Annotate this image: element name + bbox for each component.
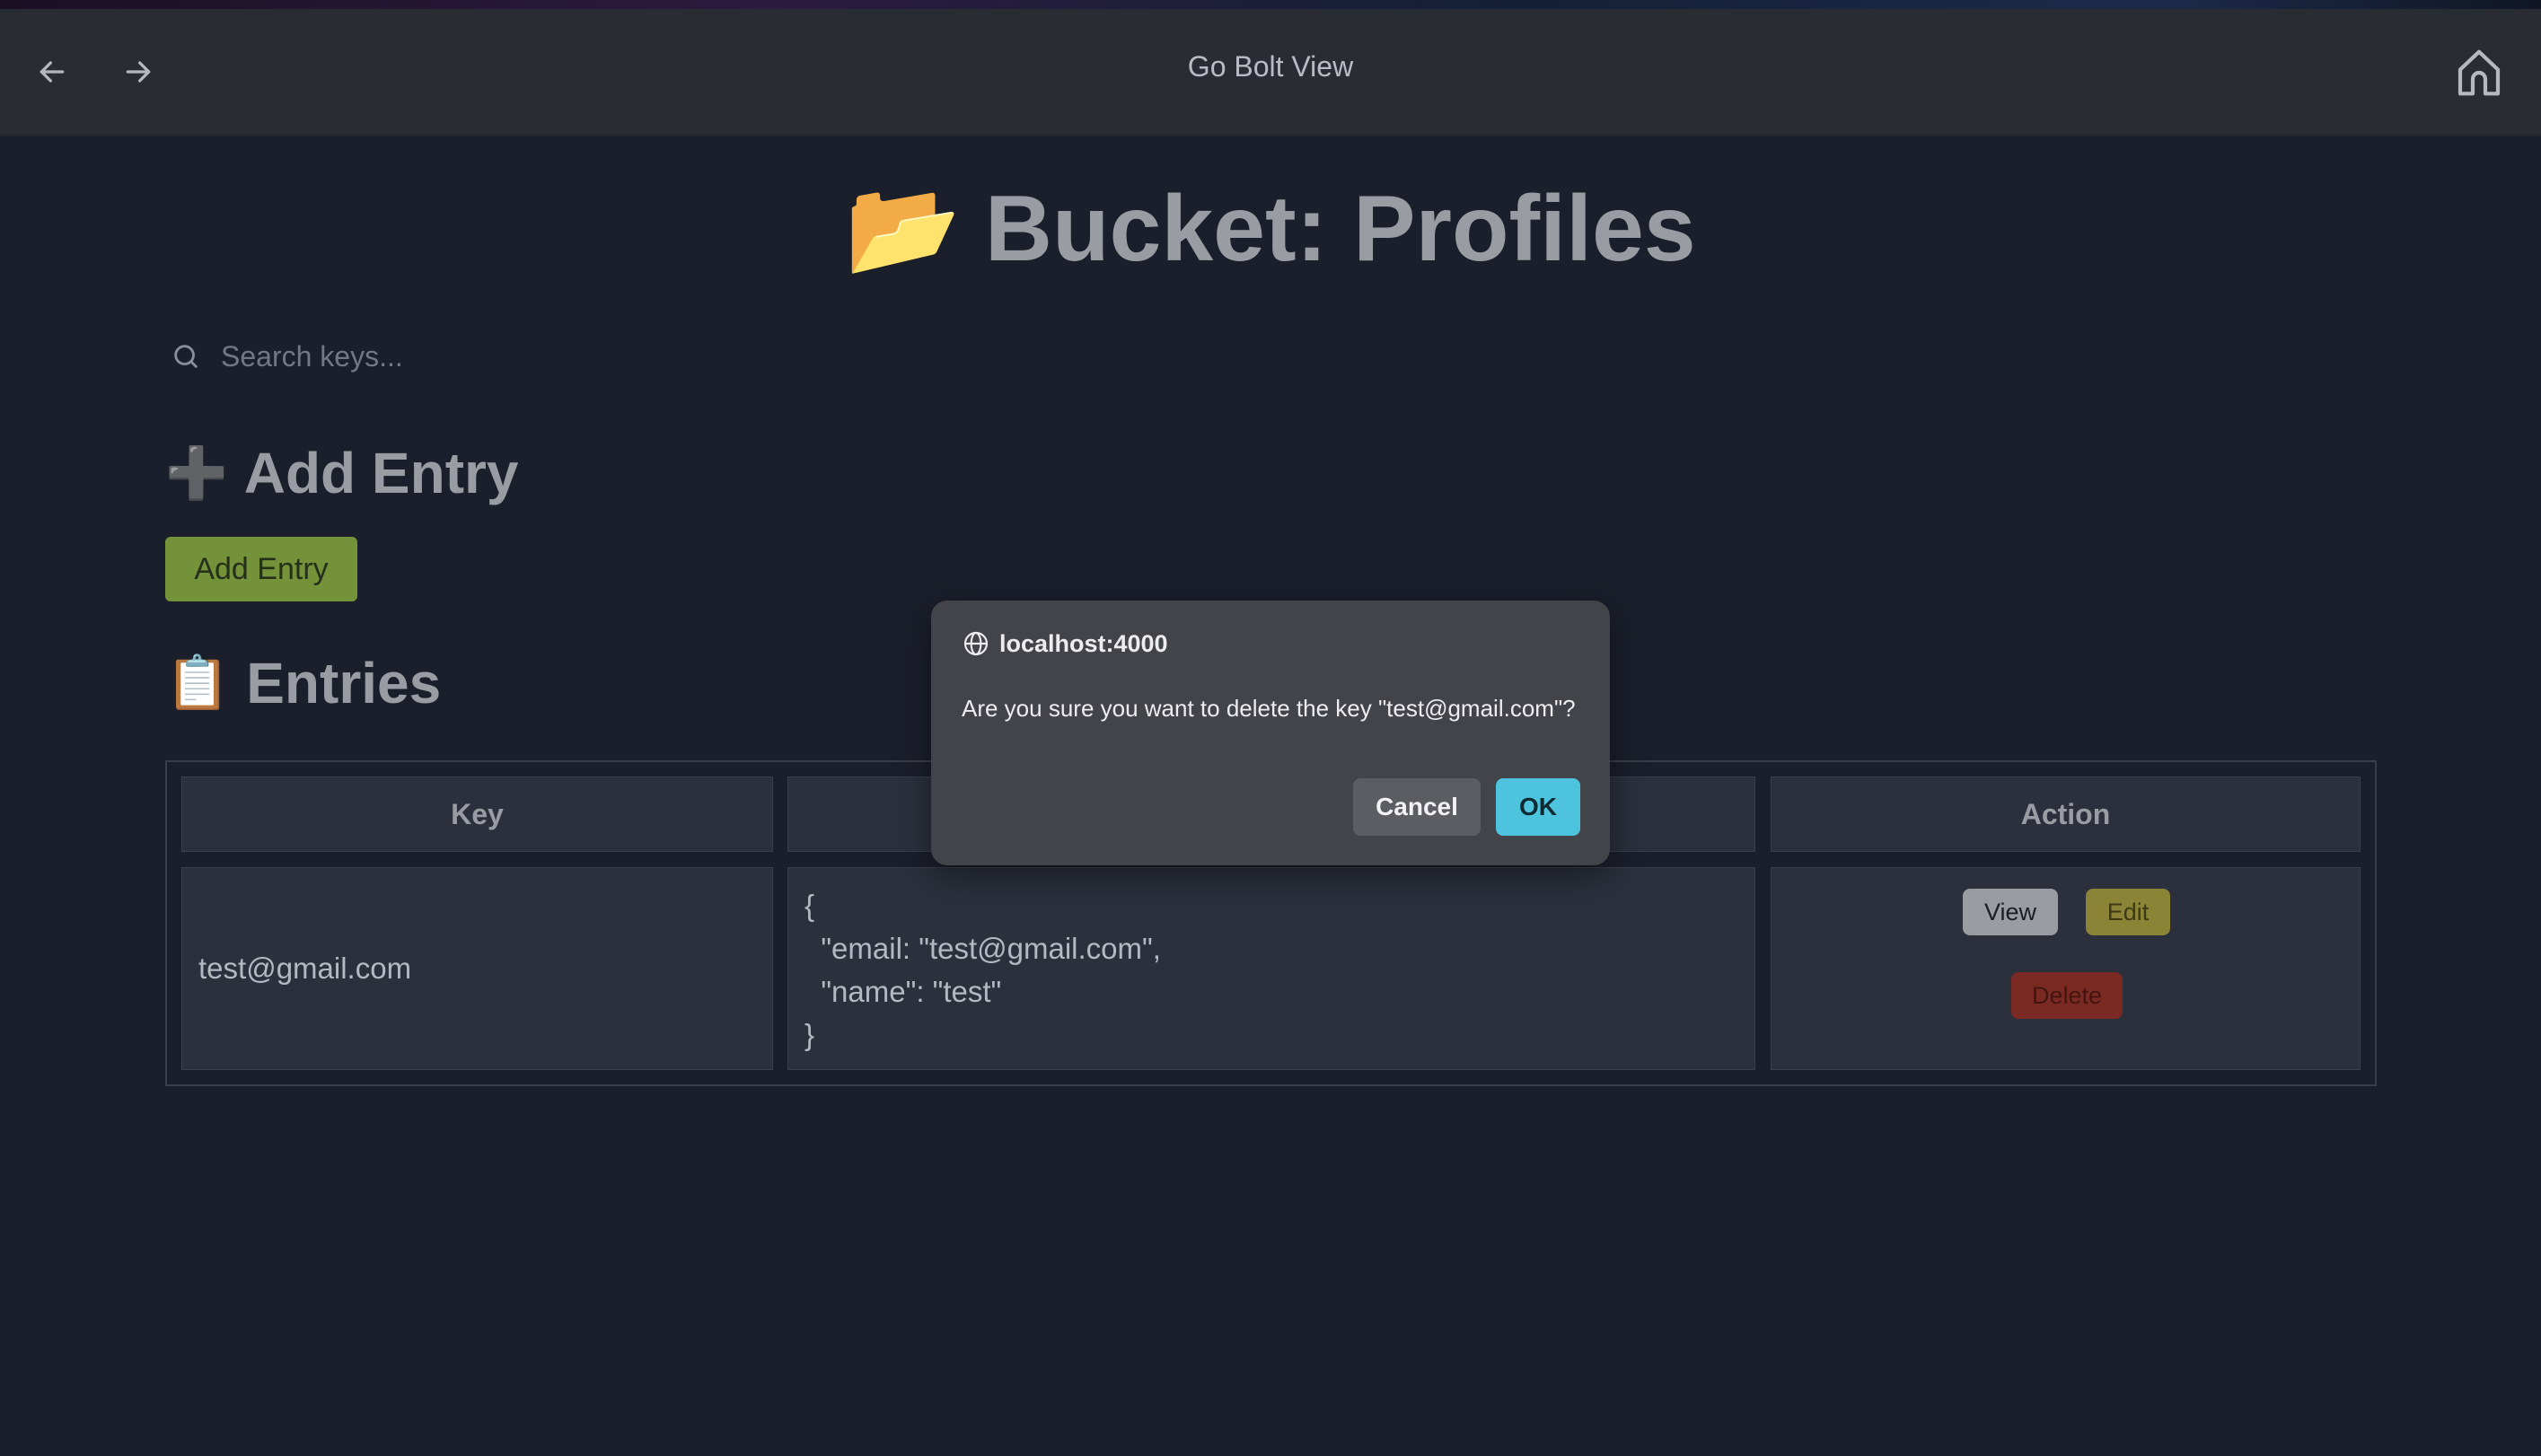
- ok-button[interactable]: OK: [1496, 778, 1580, 836]
- column-header-key: Key: [181, 776, 773, 852]
- add-entry-heading-text: Add Entry: [243, 441, 519, 505]
- search-input[interactable]: [219, 338, 761, 374]
- window-title: Go Bolt View: [1187, 50, 1354, 83]
- search-icon: [174, 345, 198, 368]
- add-entry-heading: ➕ Add Entry: [165, 440, 519, 506]
- folder-icon: 📂: [845, 177, 962, 281]
- entries-heading: 📋 Entries: [165, 650, 441, 716]
- cancel-button[interactable]: Cancel: [1353, 778, 1481, 836]
- search-bar: [171, 329, 799, 384]
- table-row-value-cell: { "email: "test@gmail.com", "name": "tes…: [787, 867, 1755, 1070]
- home-button[interactable]: [2454, 45, 2504, 101]
- entries-heading-text: Entries: [246, 651, 442, 715]
- window-titlebar: Go Bolt View: [0, 9, 2541, 136]
- dialog-message: Are you sure you want to delete the key …: [962, 695, 1576, 722]
- desktop-wallpaper-strip: [0, 0, 2541, 9]
- home-icon: [2457, 49, 2501, 96]
- add-entry-button[interactable]: Add Entry: [165, 537, 357, 601]
- page-title: 📂 Bucket: Profiles: [0, 175, 2541, 284]
- delete-button[interactable]: Delete: [2011, 972, 2123, 1019]
- dialog-header: localhost:4000: [962, 629, 1168, 658]
- table-row-key-cell: test@gmail.com: [181, 867, 773, 1070]
- column-header-action: Action: [1771, 776, 2361, 852]
- page-title-text: Bucket: Profiles: [984, 177, 1696, 281]
- edit-button[interactable]: Edit: [2086, 889, 2170, 935]
- view-button[interactable]: View: [1963, 889, 2058, 935]
- dialog-origin: localhost:4000: [999, 629, 1168, 657]
- globe-icon: [963, 631, 989, 656]
- plus-icon: ➕: [165, 444, 228, 501]
- json-value: { "email: "test@gmail.com", "name": "tes…: [805, 889, 1161, 1051]
- clipboard-icon: 📋: [165, 653, 231, 712]
- table-row-action-cell: [1771, 867, 2361, 1070]
